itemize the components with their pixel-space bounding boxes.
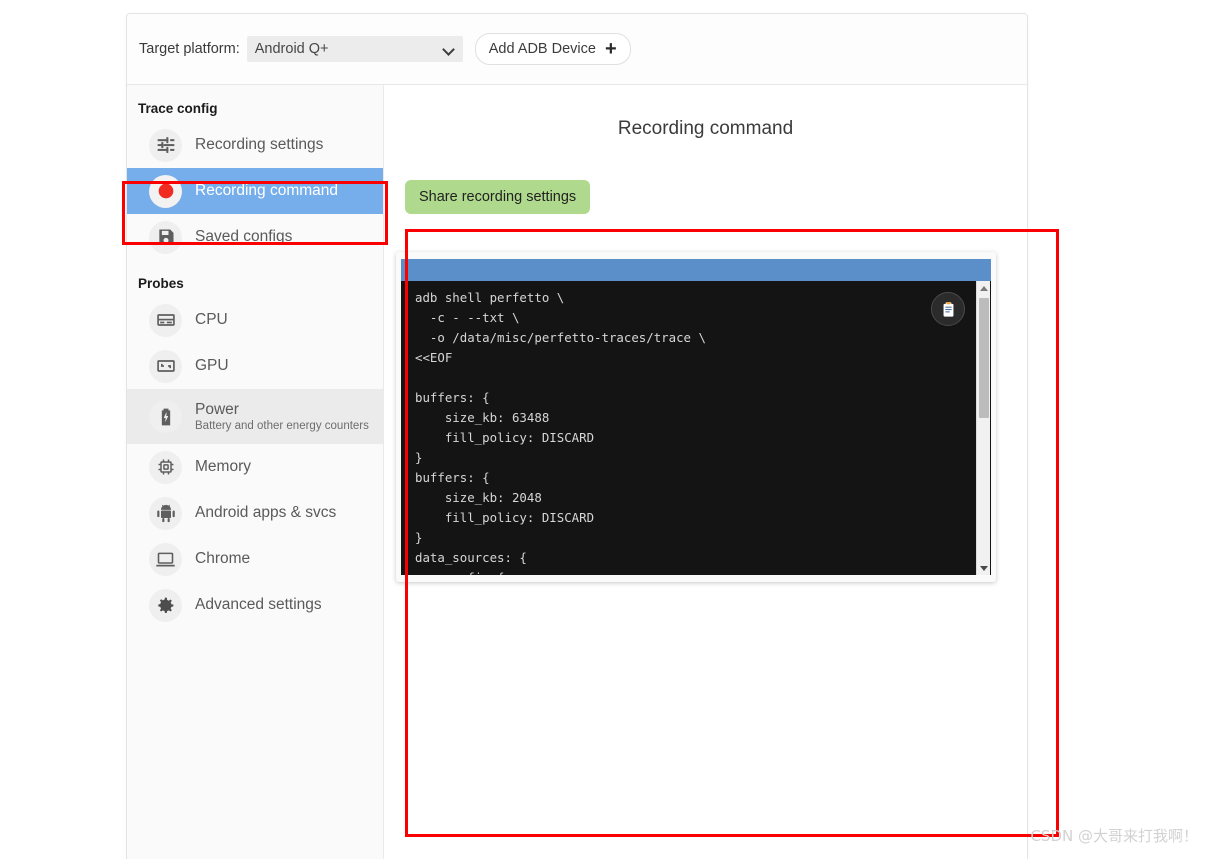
target-platform-select[interactable]: Android Q+ bbox=[246, 36, 463, 62]
sidebar-item-label: Chrome bbox=[195, 550, 251, 567]
code-card: adb shell perfetto \ -c - --txt \ -o /da… bbox=[396, 252, 996, 582]
share-recording-settings-button[interactable]: Share recording settings bbox=[405, 180, 591, 214]
perfetto-record-card: Target platform: Android Q+ Add ADB Devi… bbox=[127, 14, 1027, 859]
sidebar-item-cpu[interactable]: CPU bbox=[127, 297, 383, 343]
recording-command-block: adb shell perfetto \ -c - --txt \ -o /da… bbox=[396, 252, 996, 582]
scrollbar-thumb[interactable] bbox=[979, 298, 989, 418]
chevron-down-icon bbox=[443, 43, 455, 55]
add-adb-device-button[interactable]: Add ADB Device + bbox=[474, 33, 631, 65]
clipboard-copy-icon[interactable] bbox=[931, 292, 965, 326]
sidebar-item-sublabel: Battery and other energy counters bbox=[195, 420, 369, 432]
add-adb-device-label: Add ADB Device bbox=[488, 41, 596, 57]
sidebar-item-advanced-settings[interactable]: Advanced settings bbox=[127, 582, 383, 628]
card-body: Trace config Recording settings Recordin… bbox=[127, 85, 1027, 859]
main-panel: Recording command Share recording settin… bbox=[384, 85, 1027, 859]
page-title: Recording command bbox=[617, 118, 794, 139]
recording-command-text: adb shell perfetto \ -c - --txt \ -o /da… bbox=[415, 290, 706, 575]
code-header-bar bbox=[401, 259, 991, 281]
tune-sliders-icon bbox=[149, 128, 182, 162]
android-robot-icon bbox=[149, 496, 182, 530]
sidebar-item-label: CPU bbox=[195, 311, 228, 328]
sidebar-item-label: Recording settings bbox=[195, 136, 324, 153]
screenshot-root: Target platform: Android Q+ Add ADB Devi… bbox=[0, 0, 1206, 859]
record-circle-icon bbox=[149, 174, 182, 208]
scroll-up-arrow-icon[interactable] bbox=[977, 281, 991, 295]
code-body[interactable]: adb shell perfetto \ -c - --txt \ -o /da… bbox=[401, 281, 991, 575]
laptop-icon bbox=[149, 542, 182, 576]
sidebar-item-recording-command[interactable]: Recording command bbox=[127, 168, 383, 214]
sidebar-item-android-apps[interactable]: Android apps & svcs bbox=[127, 490, 383, 536]
battery-bolt-icon bbox=[149, 400, 182, 433]
top-toolbar: Target platform: Android Q+ Add ADB Devi… bbox=[127, 14, 1027, 85]
plus-icon: + bbox=[604, 38, 617, 60]
code-scrollbar[interactable] bbox=[976, 281, 990, 575]
sidebar-item-label: GPU bbox=[195, 357, 229, 374]
sidebar-section-probes: Probes bbox=[138, 276, 184, 291]
floppy-save-icon bbox=[149, 220, 182, 254]
sidebar-item-label: Power bbox=[195, 401, 239, 418]
memory-chip-icon bbox=[149, 450, 182, 484]
sidebar-item-label: Recording command bbox=[195, 182, 339, 199]
sidebar-item-label: Saved configs bbox=[195, 228, 293, 245]
sidebar-item-label: Android apps & svcs bbox=[195, 504, 337, 521]
watermark: CSDN @大哥来打我啊！ bbox=[1030, 827, 1198, 845]
sidebar-item-label: Advanced settings bbox=[195, 596, 322, 613]
target-platform-value: Android Q+ bbox=[254, 41, 329, 57]
gear-icon bbox=[149, 588, 182, 622]
sidebar-item-memory[interactable]: Memory bbox=[127, 444, 383, 490]
sidebar-section-trace-config: Trace config bbox=[138, 101, 218, 116]
sidebar-item-recording-settings[interactable]: Recording settings bbox=[127, 122, 383, 168]
scroll-down-arrow-icon[interactable] bbox=[977, 561, 991, 575]
gpu-icon bbox=[149, 349, 182, 383]
sidebar-item-label: Memory bbox=[195, 458, 251, 475]
sidebar-item-chrome[interactable]: Chrome bbox=[127, 536, 383, 582]
sidebar-item-saved-configs[interactable]: Saved configs bbox=[127, 214, 383, 260]
cpu-icon bbox=[149, 303, 182, 337]
sidebar-item-power[interactable]: Power Battery and other energy counters bbox=[127, 389, 383, 444]
sidebar-item-gpu[interactable]: GPU bbox=[127, 343, 383, 389]
sidebar: Trace config Recording settings Recordin… bbox=[127, 85, 384, 859]
target-platform-label: Target platform: bbox=[139, 41, 240, 57]
